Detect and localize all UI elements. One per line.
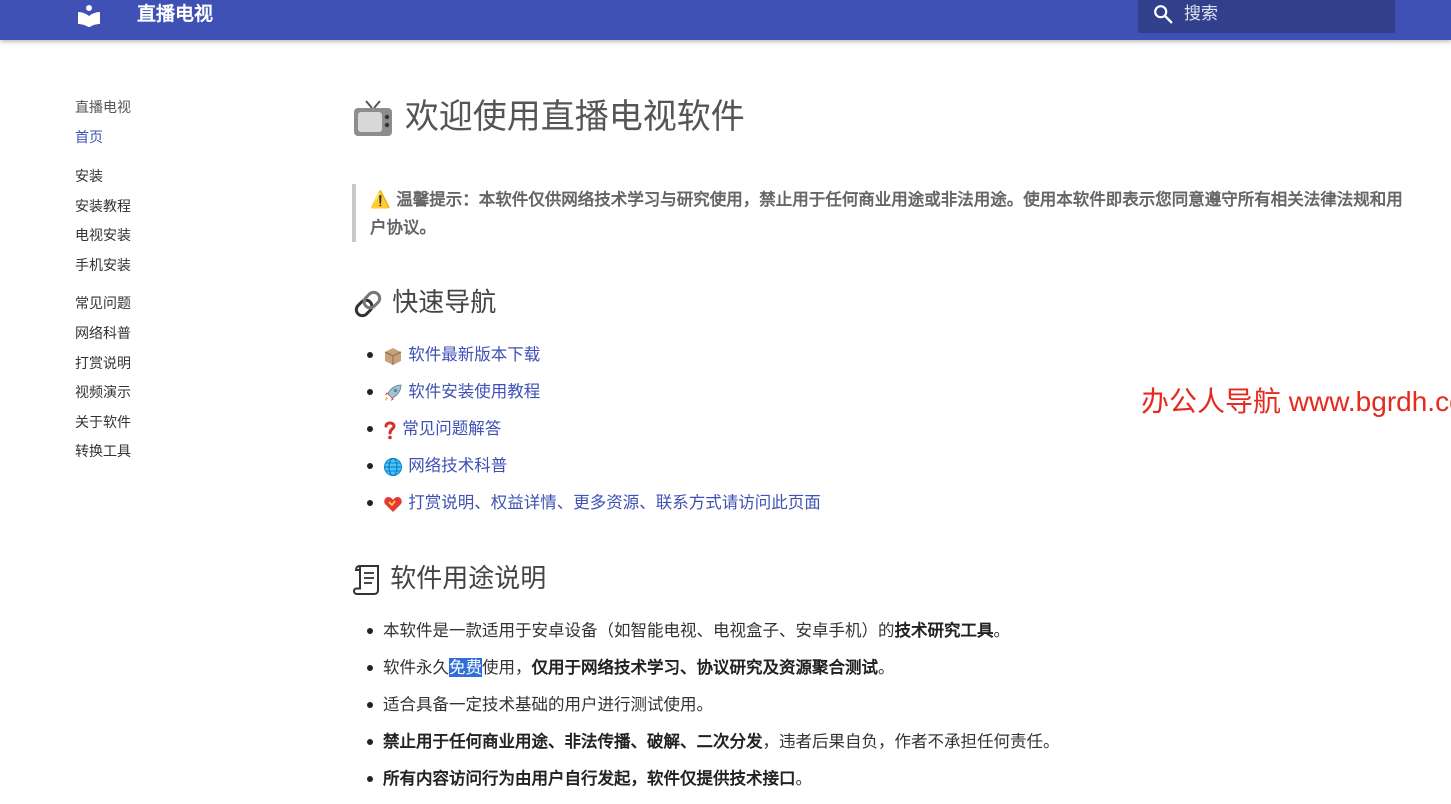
search-input[interactable] (1184, 0, 1384, 28)
usage-bold-text: 技术研究工具 (894, 621, 994, 640)
search-box[interactable] (1138, 0, 1395, 33)
list-item: 适合具备一定技术基础的用户进行测试使用。 (367, 693, 1060, 730)
usage-list: 本软件是一款适用于安卓设备（如智能电视、电视盒子、安卓手机）的技术研究工具。 软… (352, 619, 1060, 804)
list-item: 禁止用于任何商业用途、非法传播、破解、二次分发，违者后果自负，作者不承担任何责任… (367, 730, 1060, 767)
sidebar-title: 直播电视 (75, 100, 131, 116)
sidebar-item-network-science[interactable]: 网络科普 (75, 324, 275, 354)
sidebar-item-faq[interactable]: 常见问题 (75, 294, 275, 324)
faq-link[interactable]: 常见问题解答 (402, 419, 501, 438)
quick-nav-heading: 快速导航 (352, 285, 496, 321)
network-science-link[interactable]: 网络技术科普 (408, 456, 507, 475)
sidebar-item-video-demo[interactable]: 视频演示 (75, 383, 275, 413)
list-item: 打赏说明、权益详情、更多资源、联系方式请访问此页面 (367, 491, 821, 528)
question-icon (384, 421, 396, 439)
usage-bold-text: 所有内容访问行为由用户自行发起，软件仅提供技术接口 (383, 769, 796, 788)
sidebar-nav: 直播电视 首页 安装 安装教程 电视安装 手机安装 常见问题 网络科普 打赏说明… (75, 98, 275, 472)
page-title: 欢迎使用直播电视软件 (352, 94, 745, 140)
usage-text: ，违者后果自负，作者不承担任何责任。 (762, 732, 1060, 751)
book-icon[interactable] (77, 3, 101, 27)
search-icon[interactable] (1152, 3, 1174, 25)
sidebar-item-tv-install[interactable]: 电视安装 (75, 226, 275, 256)
site-title[interactable]: 直播电视 (137, 1, 213, 27)
top-header: 直播电视 (0, 0, 1451, 40)
list-item: 软件永久免费使用，仅用于网络技术学习、协议研究及资源聚合测试。 (367, 656, 1060, 693)
rocket-icon (385, 384, 402, 401)
usage-heading: 软件用途说明 (352, 561, 546, 597)
usage-bold-text: 禁止用于任何商业用途、非法传播、破解、二次分发 (383, 732, 763, 751)
usage-heading-text: 软件用途说明 (390, 564, 547, 594)
page-title-text: 欢迎使用直播电视软件 (404, 97, 745, 137)
list-item: 软件安装使用教程 (367, 380, 821, 417)
list-item: 软件最新版本下载 (367, 343, 821, 380)
package-icon (384, 347, 402, 365)
scroll-icon (352, 564, 379, 595)
usage-text: 。 (993, 621, 1011, 640)
sidebar-item-install-guide[interactable]: 安装教程 (75, 197, 275, 227)
list-item: 所有内容访问行为由用户自行发起，软件仅提供技术接口。 (367, 767, 1060, 804)
sidebar-item-converter[interactable]: 转换工具 (75, 442, 275, 472)
usage-text: 适合具备一定技术基础的用户进行测试使用。 (383, 695, 713, 714)
globe-icon (384, 457, 402, 476)
usage-bold-text: 仅用于网络技术学习、协议研究及资源聚合测试 (531, 658, 879, 677)
usage-text: 。 (878, 658, 895, 677)
sidebar-item-phone-install[interactable]: 手机安装 (75, 256, 275, 286)
list-item: 常见问题解答 (367, 417, 821, 454)
install-tutorial-link[interactable]: 软件安装使用教程 (408, 382, 540, 401)
warning-notice: ⚠️ 温馨提示：本软件仅供网络技术学习与研究使用，禁止用于任何商业用途或非法用途… (352, 184, 1410, 242)
sidebar-item-about[interactable]: 关于软件 (75, 413, 275, 443)
usage-text: 。 (795, 769, 813, 788)
donation-link[interactable]: 打赏说明、权益详情、更多资源、联系方式请访问此页面 (408, 493, 821, 512)
sidebar-section-install[interactable]: 安装 (75, 167, 275, 197)
quick-nav-heading-text: 快速导航 (392, 288, 497, 318)
selected-text: 免费 (449, 658, 482, 677)
link-icon (354, 290, 382, 317)
usage-text: 本软件是一款适用于安卓设备（如智能电视、电视盒子、安卓手机）的 (383, 621, 895, 640)
sidebar-item-home[interactable]: 首页 (75, 128, 275, 158)
heart-icon (384, 496, 402, 512)
download-link[interactable]: 软件最新版本下载 (408, 345, 540, 364)
sidebar-item-donation[interactable]: 打赏说明 (75, 354, 275, 384)
television-icon (354, 99, 392, 136)
list-item: 本软件是一款适用于安卓设备（如智能电视、电视盒子、安卓手机）的技术研究工具。 (367, 619, 1060, 656)
usage-text: 使用， (482, 658, 532, 677)
quick-nav-list: 软件最新版本下载 软件安装使用教程 常见问题解答 网络技术科普 打赏说明、权益详… (352, 343, 821, 528)
watermark-text: 办公人导航 www.bgrdh.com (1141, 386, 1451, 417)
list-item: 网络技术科普 (367, 454, 821, 491)
usage-text: 软件永久 (383, 658, 449, 677)
